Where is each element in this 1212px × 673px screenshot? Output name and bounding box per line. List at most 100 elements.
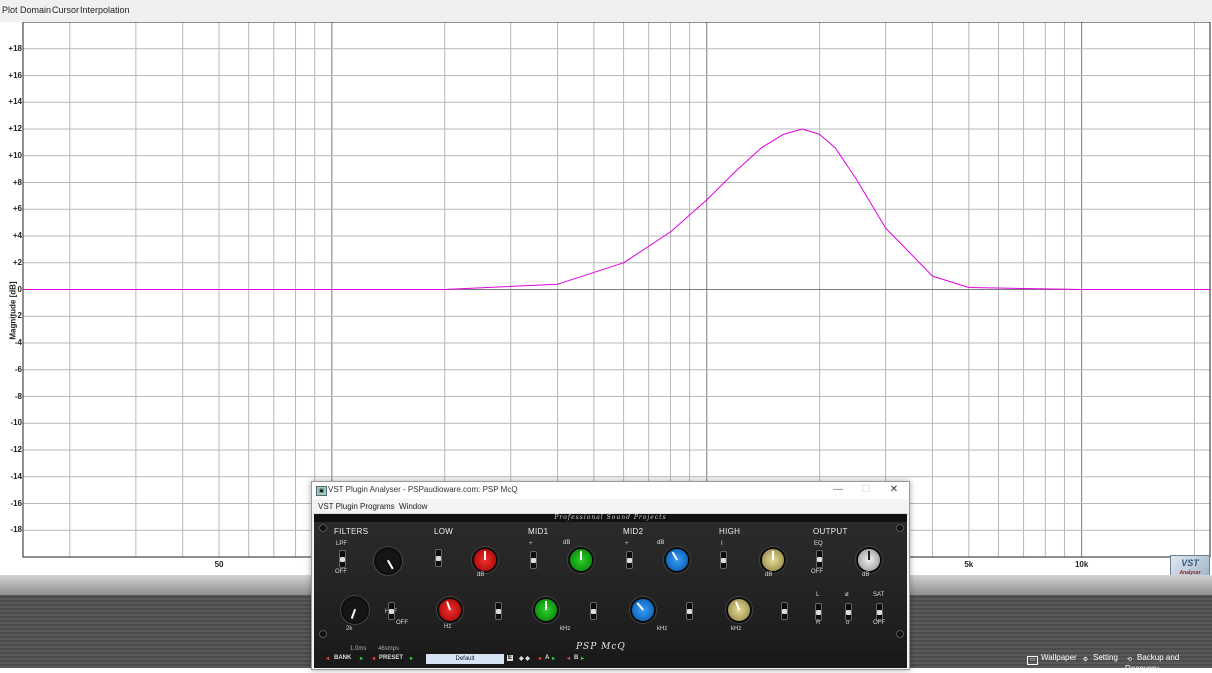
- bank-button[interactable]: BANK: [334, 655, 351, 661]
- plugin-panel: Professional Sound Projects FILTERS LOW …: [314, 514, 907, 659]
- right-channel-label: R: [816, 620, 821, 626]
- saturation-switch[interactable]: [876, 603, 883, 621]
- brand-name: PSP McQ: [576, 642, 626, 652]
- wallpaper-icon: ▭: [1027, 656, 1038, 665]
- plugin-menu-bar: VST Plugin Programs Window: [312, 499, 909, 514]
- hpf-scale-2k: 2k: [346, 626, 353, 632]
- output-gain-unit: dB: [862, 572, 870, 578]
- high-freq-unit: kHz: [731, 626, 742, 632]
- left-channel-label: L: [816, 592, 820, 598]
- plugin-footer: ◂ BANK ▸ ◂ PRESET ▸ Default E ◆ ◆ ◂ A ▸ …: [314, 652, 907, 668]
- tray-wallpaper-label: Wallpaper: [1041, 653, 1077, 662]
- a-next-icon: ▸: [552, 656, 556, 662]
- low-q-switch[interactable]: [495, 602, 502, 620]
- sat-label: SAT: [873, 592, 885, 598]
- mid2-gain-unit: dB: [657, 540, 665, 546]
- high-gain-knob[interactable]: [760, 547, 786, 573]
- x-tick-label: 5k: [964, 560, 974, 569]
- mid1-gain-unit: dB: [563, 540, 571, 546]
- phase-switch[interactable]: [845, 603, 852, 621]
- menu-bar: Plot Domain Cursor Interpolation: [0, 0, 1212, 23]
- menu-plot[interactable]: Plot: [2, 5, 18, 15]
- tray-setting-label: Setting: [1093, 653, 1118, 662]
- copy-ab-icon[interactable]: ◆ ◆: [519, 655, 530, 662]
- bank-next-icon[interactable]: ▸: [360, 655, 363, 662]
- tray-backup[interactable]: ⟲ Backup and Recovery: [1125, 653, 1212, 673]
- eq-bypass-switch[interactable]: [816, 550, 823, 568]
- menu-programs[interactable]: Programs: [360, 502, 395, 511]
- high-shelf-i: I: [721, 541, 723, 547]
- high-gain-unit: dB: [765, 572, 773, 578]
- mid1-freq-unit: kHz: [560, 626, 571, 632]
- preset-next-icon[interactable]: ▸: [410, 655, 413, 662]
- minimize-button[interactable]: —: [828, 484, 848, 495]
- maximize-button[interactable]: ☐: [856, 484, 876, 495]
- preset-button[interactable]: PRESET: [379, 655, 403, 661]
- window-icon: ▣: [316, 486, 327, 496]
- screw-icon: [896, 630, 904, 638]
- compare-a-button[interactable]: A: [545, 655, 549, 661]
- menu-domain[interactable]: Domain: [20, 5, 51, 15]
- high-frequency-knob[interactable]: [726, 597, 752, 623]
- menu-window[interactable]: Window: [399, 502, 427, 511]
- screw-icon: [319, 524, 327, 532]
- mid2-q-switch[interactable]: [626, 551, 633, 569]
- sat-off-label: OFF: [873, 620, 885, 626]
- a-prev-icon: ◂: [538, 656, 542, 662]
- eq-label: EQ: [814, 541, 823, 547]
- b-next-icon: ▸: [581, 656, 585, 662]
- backup-icon: ⟲: [1126, 657, 1133, 663]
- menu-vst-plugin[interactable]: VST Plugin: [318, 502, 358, 511]
- low-frequency-knob[interactable]: [437, 597, 463, 623]
- section-output: OUTPUT: [813, 527, 848, 536]
- hpf-off-label: OFF: [396, 620, 408, 626]
- screw-icon: [896, 524, 904, 532]
- preset-prev-icon[interactable]: ◂: [372, 655, 375, 662]
- low-gain-knob[interactable]: [472, 547, 498, 573]
- panel-header: Professional Sound Projects: [314, 514, 907, 522]
- menu-cursor[interactable]: Cursor: [52, 5, 79, 15]
- plugin-titlebar[interactable]: ▣ VST Plugin Analyser - PSPaudioware.com…: [312, 482, 909, 499]
- mid2-gain-knob[interactable]: [664, 547, 690, 573]
- mid1-q-switch[interactable]: [530, 551, 537, 569]
- mid2-shape-switch[interactable]: [686, 602, 693, 620]
- compare-b-button[interactable]: B: [574, 655, 578, 661]
- section-mid2: MID2: [623, 527, 644, 536]
- menu-interpolation[interactable]: Interpolation: [80, 5, 130, 15]
- tray-wallpaper[interactable]: ▭ Wallpaper: [1027, 653, 1077, 665]
- output-gain-knob[interactable]: [856, 547, 882, 573]
- high-shelf-switch[interactable]: [720, 551, 727, 569]
- lpf-frequency-knob[interactable]: [374, 547, 402, 575]
- x-tick-label: 50: [214, 560, 224, 569]
- mid2-frequency-knob[interactable]: [630, 597, 656, 623]
- preset-name-field[interactable]: Default: [426, 654, 504, 664]
- low-gain-unit: dB: [477, 572, 485, 578]
- mid1-shape-switch[interactable]: [590, 602, 597, 620]
- hpf-frequency-knob[interactable]: [341, 596, 369, 624]
- high-shape-switch[interactable]: [781, 602, 788, 620]
- section-mid1: MID1: [528, 527, 549, 536]
- section-high: HIGH: [719, 527, 741, 536]
- bank-prev-icon[interactable]: ◂: [326, 655, 329, 662]
- logo-text: VST: [1181, 558, 1199, 568]
- tray-setting[interactable]: ⚙ Setting: [1081, 653, 1118, 664]
- mid1-frequency-knob[interactable]: [533, 597, 559, 623]
- mid2-q-plus: +: [625, 541, 629, 547]
- eq-off-label: OFF: [811, 569, 823, 575]
- hpf-switch[interactable]: [388, 602, 395, 620]
- phase-label: ø: [845, 592, 849, 598]
- mid2-freq-unit: kHz: [657, 626, 668, 632]
- channel-switch[interactable]: [815, 603, 822, 621]
- close-button[interactable]: ✕: [884, 484, 904, 495]
- x-tick-label: 10k: [1074, 560, 1089, 569]
- lpf-switch[interactable]: [339, 550, 346, 568]
- gear-icon: ⚙: [1082, 657, 1089, 663]
- plugin-window-title: VST Plugin Analyser - PSPaudioware.com: …: [328, 485, 518, 494]
- mid1-gain-knob[interactable]: [568, 547, 594, 573]
- mid1-q-plus: +: [529, 541, 533, 547]
- edit-preset-button[interactable]: E: [507, 655, 514, 661]
- b-prev-icon: ◂: [567, 656, 571, 662]
- low-shelf-switch[interactable]: [435, 549, 442, 567]
- screw-icon: [319, 630, 327, 638]
- lpf-label: LPF: [336, 541, 348, 547]
